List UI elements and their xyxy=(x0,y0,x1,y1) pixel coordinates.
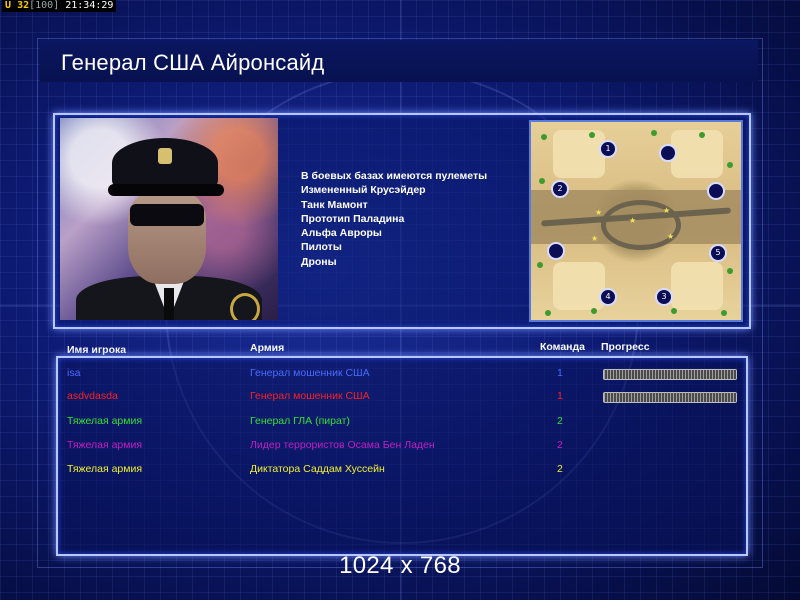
player-team: 1 xyxy=(557,367,563,379)
portrait-braid xyxy=(230,293,260,320)
portrait-glasses xyxy=(130,204,204,226)
status-time: 21:34:29 xyxy=(65,0,114,11)
map-tree-icon xyxy=(699,132,705,138)
map-tree-icon xyxy=(545,310,551,316)
player-name: asdvdasda xyxy=(67,390,118,402)
portrait-visor xyxy=(108,184,224,196)
player-army: Генерал мошенник США xyxy=(250,390,370,402)
map-resource-icon: ★ xyxy=(591,234,599,243)
top-status-bar: U 32[100] 21:34:29 xyxy=(2,0,117,12)
resolution-label: 1024 x 768 xyxy=(339,552,461,579)
player-progress-bar xyxy=(603,392,737,403)
player-name: Тяжелая армия xyxy=(67,439,143,451)
map-tree-icon xyxy=(671,308,677,314)
player-row[interactable]: Тяжелая армия Генерал ГЛА (пират) 2 xyxy=(0,415,800,431)
feature-item: Пилоты xyxy=(301,241,342,254)
player-army: Генерал ГЛА (пират) xyxy=(250,415,350,427)
header-team: Команда xyxy=(540,341,585,353)
header-progress: Прогресс xyxy=(601,341,650,353)
map-tree-icon xyxy=(727,268,733,274)
progress-fill xyxy=(604,370,736,379)
player-name: isa xyxy=(67,367,81,379)
map-tree-icon xyxy=(651,130,657,136)
map-start-marker[interactable] xyxy=(707,182,725,200)
player-row[interactable]: Тяжелая армия Диктатора Саддам Хуссейн 2 xyxy=(0,463,800,479)
feature-item: Измененный Крусэйдер xyxy=(301,184,426,197)
portrait-tie xyxy=(164,288,174,320)
player-row[interactable]: Тяжелая армия Лидер террористов Осама Бе… xyxy=(0,439,800,455)
map-tree-icon xyxy=(721,310,727,316)
feature-item: Танк Мамонт xyxy=(301,198,368,211)
general-features-list: В боевых базах имеются пулеметы Измененн… xyxy=(301,169,487,269)
map-tree-icon xyxy=(591,308,597,314)
player-row[interactable]: asdvdasda Генерал мошенник США 1 xyxy=(0,390,800,406)
feature-item: Альфа Авроры xyxy=(301,227,382,240)
map-tree-icon xyxy=(539,178,545,184)
map-tree-icon xyxy=(541,134,547,140)
player-team: 2 xyxy=(557,439,563,451)
map-tree-icon xyxy=(727,162,733,168)
general-portrait xyxy=(60,118,278,320)
map-clearing xyxy=(671,130,723,178)
map-clearing xyxy=(553,130,605,178)
map-tree-icon xyxy=(537,262,543,268)
map-start-marker[interactable]: 1 xyxy=(599,140,617,158)
players-table-panel xyxy=(56,356,748,556)
feature-item: Дроны xyxy=(301,255,337,268)
feature-item: В боевых базах имеются пулеметы xyxy=(301,170,488,182)
player-army: Лидер террористов Осама Бен Ладен xyxy=(250,439,435,451)
map-clearing xyxy=(671,262,723,310)
map-resource-icon: ★ xyxy=(629,216,637,225)
map-start-marker[interactable]: 4 xyxy=(599,288,617,306)
player-army: Диктатора Саддам Хуссейн xyxy=(250,463,385,475)
map-resource-icon: ★ xyxy=(595,208,603,217)
map-start-marker[interactable]: 2 xyxy=(551,180,569,198)
player-team: 2 xyxy=(557,415,563,427)
map-start-marker[interactable]: 5 xyxy=(709,244,727,262)
map-resource-icon: ★ xyxy=(667,232,675,241)
player-team: 2 xyxy=(557,463,563,475)
player-army: Генерал мошенник США xyxy=(250,367,370,379)
map-start-marker[interactable] xyxy=(659,144,677,162)
map-preview[interactable]: ★ ★ ★ ★ ★ 1 2 5 4 3 xyxy=(529,120,743,322)
map-start-marker[interactable]: 3 xyxy=(655,288,673,306)
progress-fill xyxy=(604,393,736,402)
feature-item: Прототип Паладина xyxy=(301,212,405,225)
map-clearing xyxy=(553,262,605,310)
map-resource-icon: ★ xyxy=(663,206,671,215)
player-row[interactable]: isa Генерал мошенник США 1 xyxy=(0,367,800,383)
status-u-label: U xyxy=(5,0,12,11)
status-value-b: [100] xyxy=(29,0,60,11)
portrait-cap-badge xyxy=(158,148,172,164)
player-name: Тяжелая армия xyxy=(67,415,143,427)
map-tree-icon xyxy=(589,132,595,138)
map-start-marker[interactable] xyxy=(547,242,565,260)
header-army: Армия xyxy=(250,342,285,354)
player-team: 1 xyxy=(557,390,563,402)
player-progress-bar xyxy=(603,369,737,380)
general-title: Генерал США Айронсайд xyxy=(61,50,325,75)
header-player-name: Имя игрока xyxy=(67,344,127,356)
player-name: Тяжелая армия xyxy=(67,463,143,475)
status-value-a: 32 xyxy=(17,0,30,11)
